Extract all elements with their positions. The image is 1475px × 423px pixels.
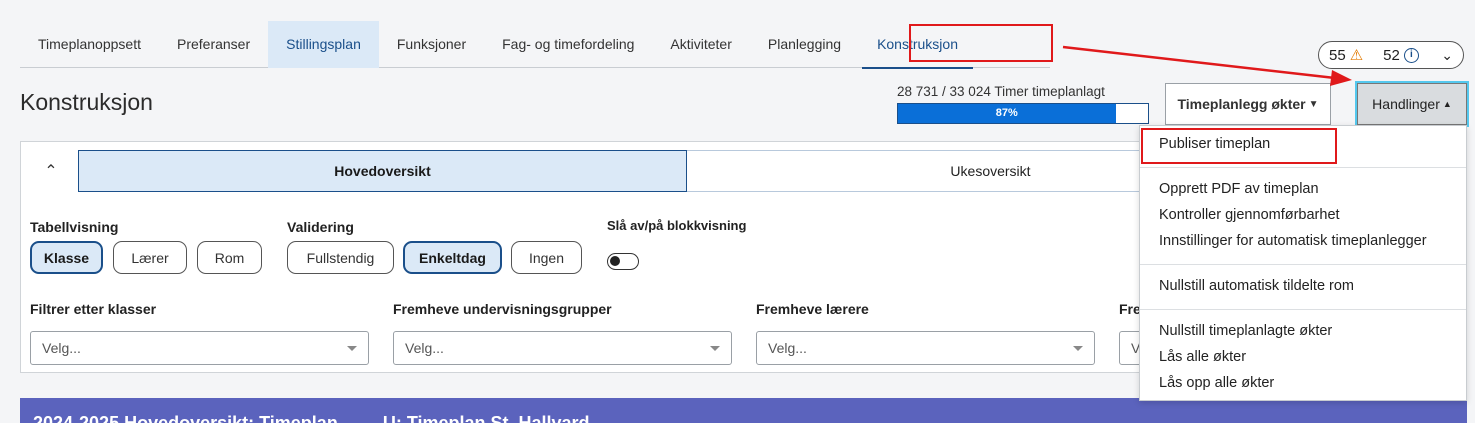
chevron-down-icon: ⌄ [1441,46,1453,63]
tab-preferanser[interactable]: Preferanser [159,21,268,68]
highlight-groups-label: Fremheve undervisningsgrupper [393,301,612,317]
progress-label: 28 731 / 33 024 Timer timeplanlagt [897,84,1105,99]
menu-divider [1140,309,1466,310]
validation-ingen[interactable]: Ingen [511,241,582,274]
progress-fill: 87% [898,104,1116,123]
tab-timeplanoppsett[interactable]: Timeplanoppsett [20,21,159,68]
menu-item-las-opp-alle[interactable]: Lås opp alle økter [1159,375,1274,391]
menu-item-nullstill-okter[interactable]: Nullstill timeplanlagte økter [1159,323,1332,339]
highlight-groups-select[interactable]: Velg... [393,331,732,365]
actions-label: Handlinger [1372,96,1440,112]
table-view-klasse[interactable]: Klasse [30,241,103,274]
validation-label: Validering [287,219,354,235]
tab-hovedoversikt[interactable]: Hovedoversikt [78,150,687,192]
validation-counter[interactable]: 55 ⚠ 52 i ⌄ [1318,41,1464,69]
validation-enkeltdag[interactable]: Enkeltdag [403,241,502,274]
warning-icon: ⚠ [1349,47,1364,64]
menu-item-kontroller-gjennomforbarhet[interactable]: Kontroller gjennomførbarhet [1159,207,1340,223]
table-view-laerer[interactable]: Lærer [113,241,187,274]
progress-bar: 87% [897,103,1149,124]
warning-count: 55 [1329,46,1346,64]
tab-konstruksjon[interactable]: Konstruksjon [859,21,976,69]
info-count: 52 [1383,46,1400,64]
actions-button[interactable]: Handlinger ▲ [1355,81,1469,127]
menu-item-opprett-pdf[interactable]: Opprett PDF av timeplan [1159,181,1319,197]
highlight-groups-placeholder: Velg... [405,340,444,356]
schedule-header-bar: 2024-2025 Hovedoversikt: Timeplan ......… [20,398,1467,423]
tab-stillingsplan[interactable]: Stillingsplan [268,21,379,68]
menu-item-innstillinger-automatisk[interactable]: Innstillinger for automatisk timeplanleg… [1159,233,1427,249]
menu-item-las-alle[interactable]: Lås alle økter [1159,349,1246,365]
table-view-label: Tabellvisning [30,219,119,235]
page-title: Konstruksjon [20,89,153,115]
highlight-rooms-label: Fre [1119,301,1141,317]
tab-fag-og-timefordeling[interactable]: Fag- og timefordeling [484,21,652,68]
info-icon: i [1403,47,1419,63]
actions-button-inner: Handlinger ▲ [1357,83,1467,125]
caret-up-icon: ▲ [1442,99,1452,109]
caret-down-icon [347,346,357,351]
highlight-teachers-label: Fremheve lærere [756,301,869,317]
block-view-label: Slå av/på blokkvisning [607,218,747,233]
schedule-sessions-button[interactable]: Timeplanlegg økter ▼ [1165,83,1331,125]
menu-divider [1140,264,1466,265]
collapse-chevron-up-icon[interactable]: ⌃ [39,156,63,186]
block-view-toggle[interactable] [607,253,639,270]
actions-menu: Publiser timeplan Opprett PDF av timepla… [1139,125,1467,401]
menu-divider [1140,167,1466,168]
menu-item-publiser-timeplan[interactable]: Publiser timeplan [1159,136,1270,152]
validation-fullstendig[interactable]: Fullstendig [287,241,394,274]
tab-planlegging[interactable]: Planlegging [750,21,859,68]
filter-classes-select[interactable]: Velg... [30,331,369,365]
tab-aktiviteter[interactable]: Aktiviteter [652,21,749,68]
highlight-teachers-select[interactable]: Velg... [756,331,1095,365]
tab-funksjoner[interactable]: Funksjoner [379,21,484,68]
table-view-rom[interactable]: Rom [197,241,262,274]
highlight-teachers-placeholder: Velg... [768,340,807,356]
main-tabs: Timeplanoppsett Preferanser Stillingspla… [20,21,1050,69]
caret-down-icon [1073,346,1083,351]
schedule-sessions-label: Timeplanlegg økter [1177,96,1306,112]
caret-down-icon: ▼ [1308,98,1319,110]
menu-item-nullstill-rom[interactable]: Nullstill automatisk tildelte rom [1159,278,1354,294]
filter-classes-placeholder: Velg... [42,340,81,356]
filter-classes-label: Filtrer etter klasser [30,301,157,317]
caret-down-icon [710,346,720,351]
